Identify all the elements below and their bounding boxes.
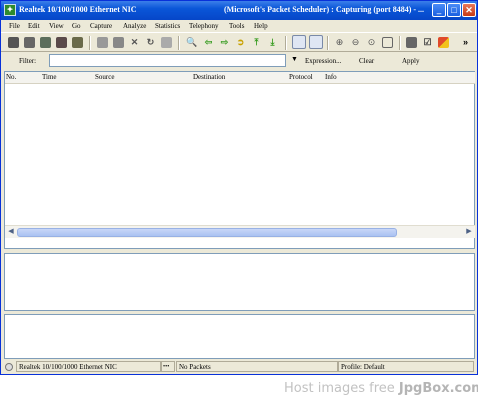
go-back-icon[interactable]: ⇦	[203, 37, 214, 48]
menu-help[interactable]: Help	[254, 22, 268, 30]
filter-label: Filter:	[19, 57, 37, 65]
zoom-out-icon[interactable]: ⊖	[350, 37, 361, 48]
status-packet-count: No Packets	[176, 361, 338, 372]
packet-bytes-pane[interactable]	[4, 314, 475, 359]
toolbar-separator	[178, 36, 180, 50]
title-bar[interactable]: ✦ Realtek 10/100/1000 Ethernet NIC (Micr…	[1, 1, 477, 20]
minimize-button[interactable]: _	[432, 3, 446, 17]
maximize-button[interactable]: □	[447, 3, 461, 17]
interface-list-icon[interactable]	[8, 37, 19, 48]
clear-button[interactable]: Clear	[359, 57, 374, 65]
capture-options-icon[interactable]	[24, 37, 35, 48]
menu-view[interactable]: View	[49, 22, 64, 30]
open-file-icon[interactable]	[97, 37, 108, 48]
packet-details-pane[interactable]	[4, 253, 475, 311]
go-forward-icon[interactable]: ⇨	[219, 37, 230, 48]
resize-columns-icon[interactable]	[382, 37, 393, 48]
column-source[interactable]: Source	[95, 73, 114, 81]
first-packet-icon[interactable]: ⤒	[251, 37, 262, 48]
menu-go[interactable]: Go	[72, 22, 81, 30]
apply-button[interactable]: Apply	[402, 57, 420, 65]
find-packet-icon[interactable]: 🔍	[186, 37, 197, 48]
scroll-right-icon[interactable]: ▶	[464, 227, 474, 237]
column-destination[interactable]: Destination	[193, 73, 225, 81]
save-file-icon[interactable]	[113, 37, 124, 48]
capture-filters-icon[interactable]	[406, 37, 417, 48]
toolbar-separator	[327, 36, 329, 50]
auto-scroll-toggle-icon[interactable]	[309, 35, 323, 49]
filter-bar: Filter: ▼ Expression... Clear Apply	[1, 52, 477, 70]
status-interface: Realtek 10/100/1000 Ethernet NIC	[16, 361, 161, 372]
go-to-packet-icon[interactable]: ➲	[235, 37, 246, 48]
column-time[interactable]: Time	[42, 73, 57, 81]
menu-tools[interactable]: Tools	[229, 22, 244, 30]
menu-statistics[interactable]: Statistics	[155, 22, 180, 30]
watermark-prefix: Host images free	[284, 381, 399, 396]
expert-info-indicator-icon[interactable]	[5, 363, 13, 371]
application-window: ✦ Realtek 10/100/1000 Ethernet NIC (Micr…	[0, 0, 478, 375]
expression-button[interactable]: Expression...	[305, 57, 341, 65]
menu-file[interactable]: File	[9, 22, 20, 30]
print-icon[interactable]	[161, 37, 172, 48]
menu-analyze[interactable]: Analyze	[123, 22, 146, 30]
status-profile[interactable]: Profile: Default	[338, 361, 474, 372]
window-title-interface: Realtek 10/100/1000 Ethernet NIC	[19, 5, 137, 14]
zoom-in-icon[interactable]: ⊕	[334, 37, 345, 48]
stop-capture-icon[interactable]	[56, 37, 67, 48]
coloring-rules-icon[interactable]	[438, 37, 449, 48]
main-toolbar: ✕ ↻ 🔍 ⇦ ⇨ ➲ ⤒ ⤓ ⊕ ⊖ ⊙ ☑ »	[1, 32, 477, 52]
start-capture-icon[interactable]	[40, 37, 51, 48]
filter-dropdown-icon[interactable]: ▼	[291, 55, 298, 63]
filter-input[interactable]	[49, 54, 286, 67]
status-comments-icon[interactable]: •••	[161, 361, 175, 372]
column-protocol[interactable]: Protocol	[289, 73, 313, 81]
normal-size-icon[interactable]: ⊙	[366, 37, 377, 48]
menu-edit[interactable]: Edit	[28, 22, 40, 30]
colorize-toggle-icon[interactable]	[292, 35, 306, 49]
menu-telephony[interactable]: Telephony	[189, 22, 218, 30]
menu-capture[interactable]: Capture	[90, 22, 112, 30]
display-filters-icon[interactable]: ☑	[422, 37, 433, 48]
last-packet-icon[interactable]: ⤓	[267, 37, 278, 48]
scroll-left-icon[interactable]: ◀	[6, 227, 16, 237]
toolbar-separator	[89, 36, 91, 50]
status-bar: Realtek 10/100/1000 Ethernet NIC ••• No …	[1, 360, 477, 374]
packet-list-header: No. Time Source Destination Protocol Inf…	[5, 72, 475, 84]
wireshark-app-icon: ✦	[4, 4, 16, 16]
close-file-icon[interactable]: ✕	[129, 37, 140, 48]
restart-capture-icon[interactable]	[72, 37, 83, 48]
column-info[interactable]: Info	[325, 73, 337, 81]
menu-bar: File Edit View Go Capture Analyze Statis…	[1, 20, 477, 32]
packet-list-pane[interactable]: No. Time Source Destination Protocol Inf…	[4, 71, 475, 249]
toolbar-overflow-icon[interactable]: »	[460, 37, 471, 48]
close-button[interactable]: ✕	[462, 3, 476, 17]
window-title-status: (Microsoft's Packet Scheduler) : Capturi…	[224, 5, 425, 14]
scrollbar-thumb[interactable]	[17, 228, 397, 237]
toolbar-separator	[285, 36, 287, 50]
toolbar-separator	[399, 36, 401, 50]
column-no[interactable]: No.	[6, 73, 16, 81]
reload-icon[interactable]: ↻	[145, 37, 156, 48]
watermark: Host images free JpgBox.com	[284, 381, 478, 396]
watermark-brand: JpgBox.com	[398, 381, 478, 396]
packet-list-horizontal-scrollbar[interactable]: ◀ ▶	[5, 225, 475, 238]
